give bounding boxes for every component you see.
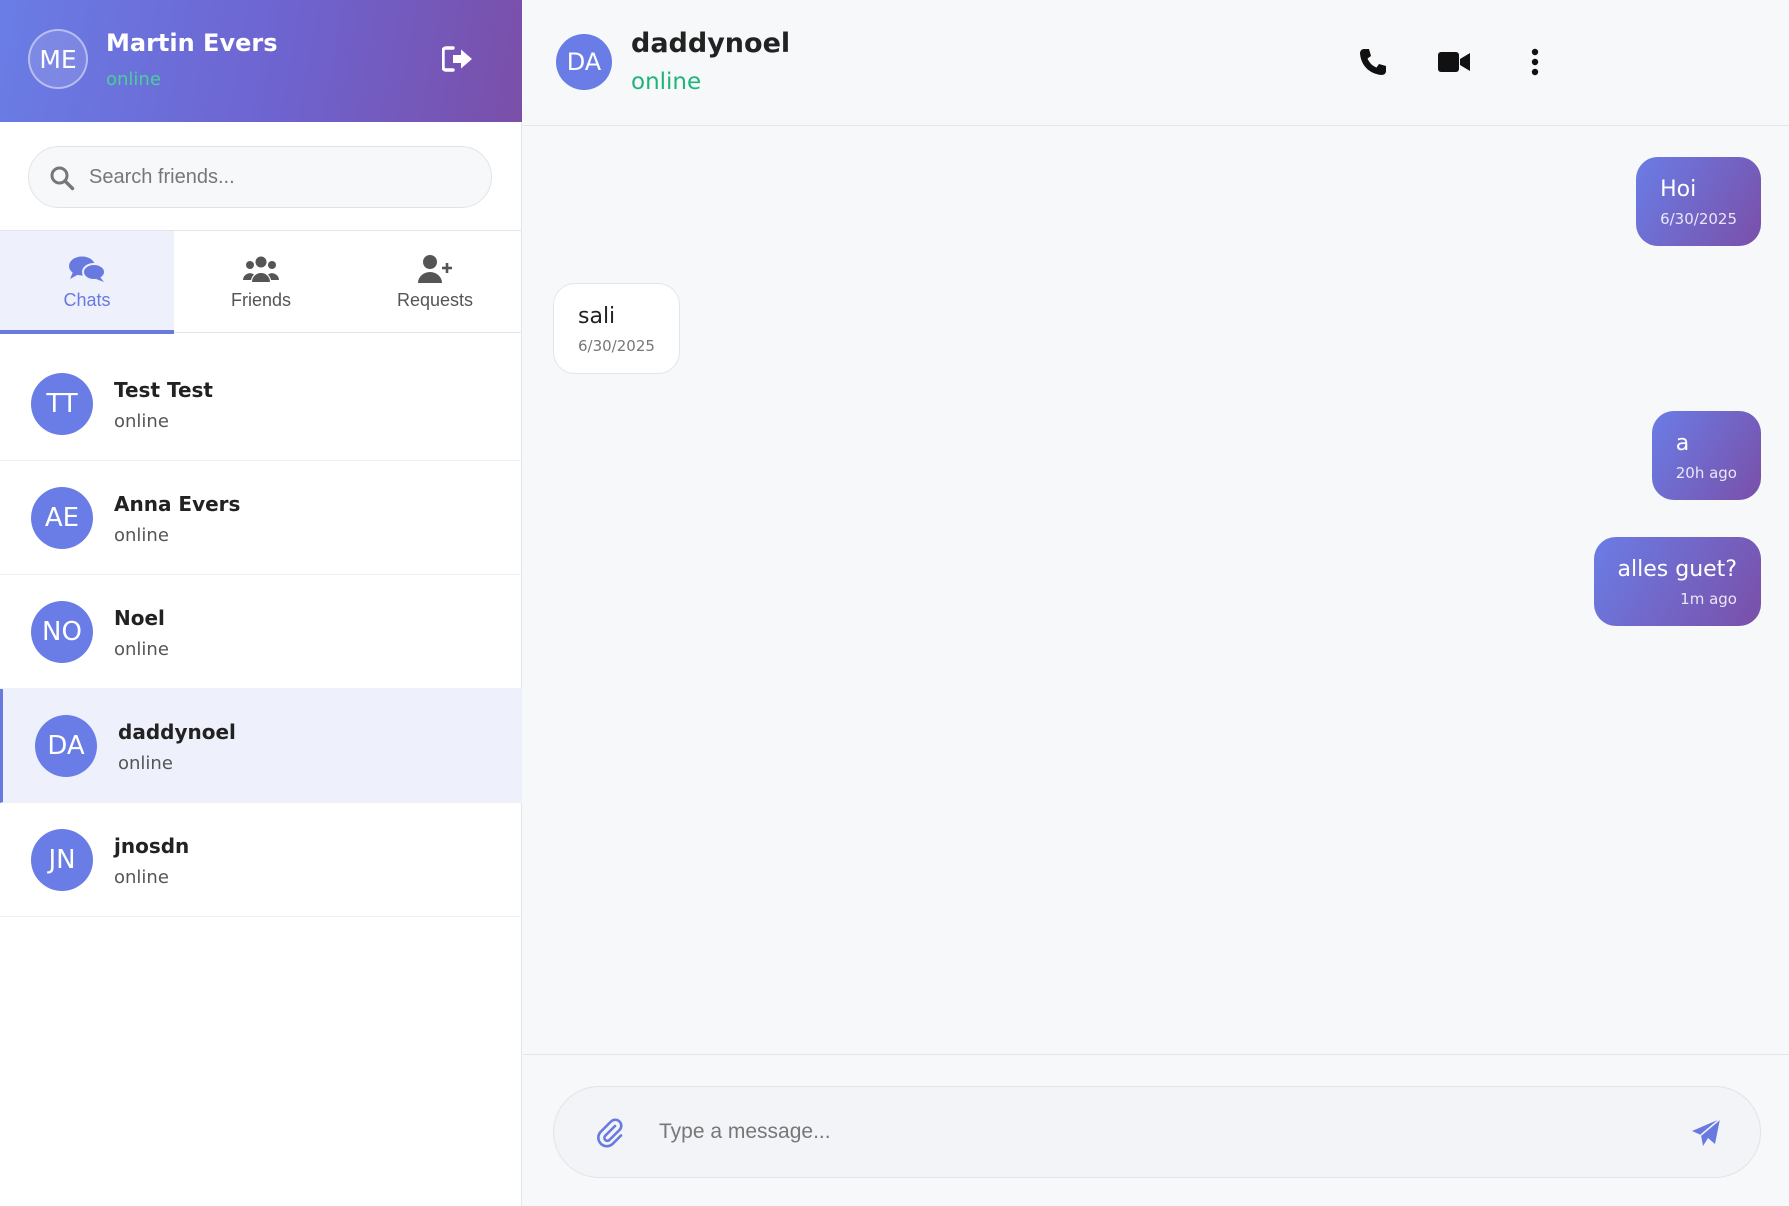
video-icon: [1438, 52, 1470, 72]
chat-name: Test Test: [114, 378, 213, 402]
search-box: [28, 146, 492, 208]
avatar: JN: [31, 829, 93, 891]
chat-item-daddynoel[interactable]: DA daddynoel online: [0, 689, 522, 803]
chat-status: online: [114, 525, 169, 546]
message-composer: [523, 1054, 1789, 1206]
search-input[interactable]: [89, 147, 479, 207]
message-text: a: [1675, 431, 1690, 456]
tab-label: Requests: [396, 289, 474, 310]
my-name: Martin Evers: [106, 29, 278, 57]
more-vertical-icon: [1531, 48, 1539, 76]
conversation-pane: DA daddynoel online Hoi 6/30/2025 sali 6…: [523, 0, 1789, 1206]
my-avatar[interactable]: ME: [28, 29, 88, 89]
message-input[interactable]: [659, 1087, 1619, 1177]
chat-item-test-test[interactable]: TT Test Test online: [0, 347, 522, 461]
add-user-icon: [418, 254, 452, 283]
peer-name: daddynoel: [631, 28, 791, 59]
message-bubble-outgoing[interactable]: a 20h ago: [1651, 411, 1761, 500]
chat-list: TT Test Test online AE Anna Evers online…: [0, 347, 522, 917]
chat-status: online: [118, 753, 173, 774]
peer-avatar[interactable]: DA: [556, 34, 612, 90]
avatar: TT: [31, 373, 93, 435]
more-options-button[interactable]: [1515, 42, 1555, 82]
chat-status: online: [114, 639, 169, 660]
phone-icon: [1360, 49, 1386, 75]
conversation-header: DA daddynoel online: [523, 0, 1789, 126]
tab-friends[interactable]: Friends: [174, 231, 348, 333]
tab-label: Chats: [63, 289, 111, 310]
tab-label: Friends: [230, 289, 292, 310]
search-icon: [50, 166, 75, 191]
message-text: sali: [578, 304, 616, 329]
logout-button[interactable]: [440, 42, 476, 76]
message-text: Hoi: [1660, 177, 1697, 202]
friends-icon: [243, 256, 279, 282]
message-bubble-incoming[interactable]: sali 6/30/2025: [553, 283, 680, 374]
message-bubble-outgoing[interactable]: Hoi 6/30/2025: [1636, 157, 1761, 246]
message-text: alles guet?: [1617, 557, 1737, 582]
attach-button[interactable]: [594, 1117, 626, 1149]
voice-call-button[interactable]: [1353, 42, 1393, 82]
composer-box: [553, 1086, 1761, 1178]
chat-name: daddynoel: [118, 720, 236, 744]
chat-item-anna-evers[interactable]: AE Anna Evers online: [0, 461, 522, 575]
message-bubble-outgoing[interactable]: alles guet? 1m ago: [1593, 537, 1761, 626]
chat-name: Noel: [114, 606, 165, 630]
message-time: 6/30/2025: [578, 337, 655, 355]
chat-name: jnosdn: [114, 834, 190, 858]
logout-icon: [442, 46, 472, 72]
message-time: 20h ago: [1675, 464, 1737, 482]
send-button[interactable]: [1688, 1115, 1724, 1151]
sidebar-tabs: Chats Friends Requests: [0, 230, 522, 334]
sidebar: ME Martin Evers online Search friends...…: [0, 0, 522, 1206]
avatar: DA: [35, 715, 97, 777]
avatar: NO: [31, 601, 93, 663]
message-time: 6/30/2025: [1660, 210, 1737, 228]
send-icon: [1692, 1118, 1721, 1146]
chat-item-jnosdn[interactable]: JN jnosdn online: [0, 803, 522, 917]
chat-status: online: [114, 867, 169, 888]
peer-status: online: [631, 69, 702, 95]
video-call-button[interactable]: [1434, 42, 1474, 82]
my-status: online: [106, 69, 161, 90]
message-time: 1m ago: [1680, 590, 1737, 608]
tab-requests[interactable]: Requests: [348, 231, 522, 333]
chat-status: online: [114, 411, 169, 432]
chat-item-noel[interactable]: NO Noel online: [0, 575, 522, 689]
chats-icon: [69, 256, 106, 282]
paperclip-icon: [597, 1118, 623, 1148]
avatar: AE: [31, 487, 93, 549]
tab-chats[interactable]: Chats: [0, 231, 174, 334]
message-thread: Hoi 6/30/2025 sali 6/30/2025 a 20h ago a…: [523, 127, 1789, 1054]
chat-name: Anna Evers: [114, 492, 241, 516]
profile-header: ME Martin Evers online: [0, 0, 522, 122]
